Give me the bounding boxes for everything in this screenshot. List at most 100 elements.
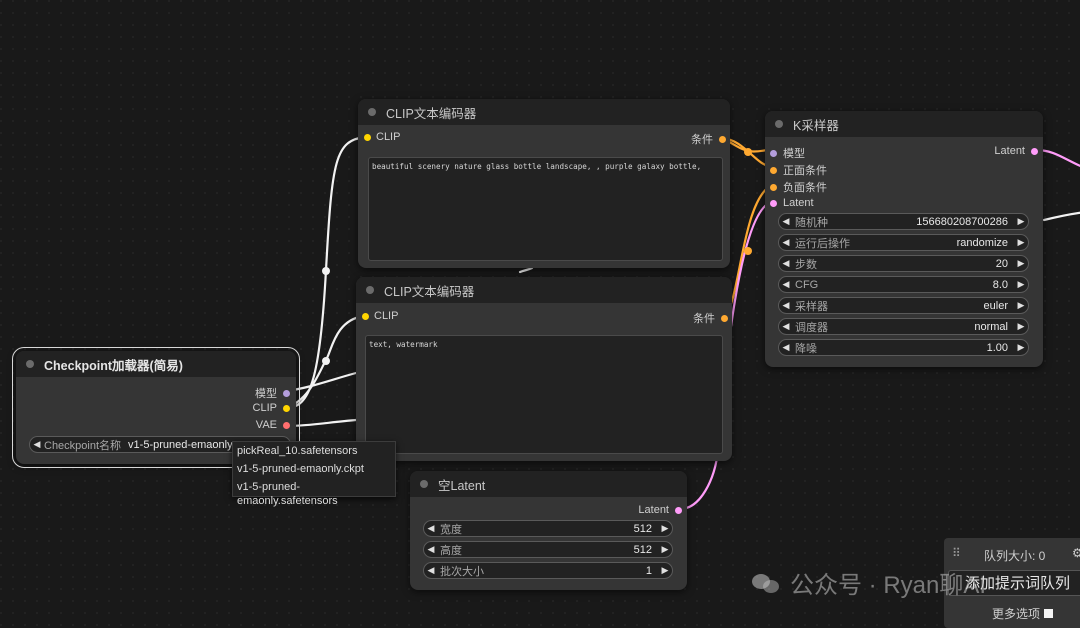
vae-slot-dot-icon[interactable] — [283, 421, 290, 429]
batch-size-widget[interactable]: ◀ 批次大小 1 ▶ — [423, 562, 673, 579]
model-slot-dot-icon[interactable] — [283, 389, 290, 397]
checkpoint-dropdown-menu[interactable]: pickReal_10.safetensors v1-5-pruned-emao… — [232, 441, 396, 507]
decrement-arrow-icon[interactable]: ◀ — [30, 439, 44, 450]
empty-latent-node[interactable]: 空Latent Latent ◀ 宽度 512 ▶ ◀ 高度 512 ▶ ◀ 批… — [410, 471, 687, 590]
dropdown-option[interactable]: v1-5-pruned-emaonly.ckpt — [233, 460, 395, 478]
output-conditioning-slot[interactable]: 条件 — [691, 131, 726, 147]
decrement-arrow-icon[interactable]: ◀ — [779, 237, 793, 248]
collapse-dot-icon[interactable] — [366, 286, 374, 294]
increment-arrow-icon[interactable]: ▶ — [1014, 342, 1028, 353]
latent-slot-dot-icon[interactable] — [1031, 147, 1038, 155]
widget-label: 调度器 — [795, 321, 828, 334]
collapse-dot-icon[interactable] — [26, 360, 34, 368]
decrement-arrow-icon[interactable]: ◀ — [779, 279, 793, 290]
more-options-checkbox[interactable] — [1044, 609, 1054, 618]
slot-label: CLIP — [252, 402, 277, 414]
slot-label: VAE — [255, 419, 277, 431]
latent-slot-dot-icon[interactable] — [675, 506, 682, 514]
conditioning-slot-dot-icon[interactable] — [770, 183, 777, 191]
clip-text-encode-node-1[interactable]: CLIP文本编码器 CLIP 条件 beautiful scenery natu… — [358, 99, 730, 268]
increment-arrow-icon[interactable]: ▶ — [1014, 279, 1028, 290]
steps-widget[interactable]: ◀ 步数 20 ▶ — [778, 255, 1029, 272]
cfg-widget[interactable]: ◀ CFG 8.0 ▶ — [778, 276, 1029, 293]
node-title-bar[interactable]: CLIP文本编码器 — [358, 99, 730, 125]
denoise-widget[interactable]: ◀ 降噪 1.00 ▶ — [778, 339, 1029, 356]
dropdown-option[interactable]: pickReal_10.safetensors — [233, 442, 395, 460]
clip-slot-dot-icon[interactable] — [364, 133, 371, 141]
width-widget[interactable]: ◀ 宽度 512 ▶ — [423, 520, 673, 537]
output-vae-slot[interactable]: VAE — [256, 419, 290, 431]
slot-label: Latent — [783, 197, 814, 209]
wire-clip-to-encoder-2 — [284, 314, 366, 410]
more-options-row[interactable]: 更多选项 — [992, 605, 1054, 622]
widget-value: 512 — [633, 522, 652, 535]
prompt-textarea[interactable]: text, watermark — [365, 335, 723, 454]
decrement-arrow-icon[interactable]: ◀ — [424, 565, 438, 576]
node-title-bar[interactable]: 空Latent — [410, 471, 687, 497]
decrement-arrow-icon[interactable]: ◀ — [424, 523, 438, 534]
wire-model-to-ksampler — [284, 371, 358, 393]
decrement-arrow-icon[interactable]: ◀ — [779, 300, 793, 311]
input-clip-slot[interactable]: CLIP — [362, 310, 398, 322]
input-model-slot[interactable]: 模型 — [770, 145, 805, 161]
dropdown-option[interactable]: v1-5-pruned-emaonly.safetensors — [233, 478, 395, 507]
collapse-dot-icon[interactable] — [368, 108, 376, 116]
input-clip-slot[interactable]: CLIP — [364, 131, 400, 143]
control-after-generate-widget[interactable]: ◀ 运行后操作 randomize ▶ — [778, 234, 1029, 251]
node-title-bar[interactable]: CLIP文本编码器 — [356, 277, 732, 303]
decrement-arrow-icon[interactable]: ◀ — [424, 544, 438, 555]
drag-handle-icon[interactable]: ⠿ — [952, 546, 961, 560]
output-latent-slot[interactable]: Latent — [638, 504, 682, 516]
output-conditioning-slot[interactable]: 条件 — [693, 310, 728, 326]
conditioning-slot-dot-icon[interactable] — [719, 135, 726, 143]
input-latent-slot[interactable]: Latent — [770, 197, 814, 209]
reroute-dot — [322, 357, 330, 365]
node-title-bar[interactable]: Checkpoint加载器(简易) — [16, 351, 296, 377]
widget-value: 1.00 — [986, 341, 1008, 354]
increment-arrow-icon[interactable]: ▶ — [1014, 237, 1028, 248]
output-latent-slot[interactable]: Latent — [994, 145, 1038, 157]
input-negative-slot[interactable]: 负面条件 — [770, 179, 827, 195]
input-positive-slot[interactable]: 正面条件 — [770, 162, 827, 178]
increment-arrow-icon[interactable]: ▶ — [658, 523, 672, 534]
increment-arrow-icon[interactable]: ▶ — [658, 544, 672, 555]
widget-value: randomize — [956, 236, 1008, 249]
decrement-arrow-icon[interactable]: ◀ — [779, 258, 793, 269]
slot-label: CLIP — [376, 131, 401, 143]
widget-value: 20 — [995, 257, 1008, 270]
decrement-arrow-icon[interactable]: ◀ — [779, 342, 793, 353]
conditioning-slot-dot-icon[interactable] — [770, 166, 777, 174]
collapse-dot-icon[interactable] — [775, 120, 783, 128]
latent-slot-dot-icon[interactable] — [770, 199, 777, 207]
collapse-dot-icon[interactable] — [420, 480, 428, 488]
reroute-dot — [744, 148, 752, 156]
slot-label: Latent — [994, 145, 1025, 157]
reroute-dot — [322, 267, 330, 275]
slot-label: Latent — [638, 504, 669, 516]
seed-widget[interactable]: ◀ 随机种 156680208700286 ▶ — [778, 213, 1029, 230]
decrement-arrow-icon[interactable]: ◀ — [779, 216, 793, 227]
increment-arrow-icon[interactable]: ▶ — [1014, 321, 1028, 332]
output-model-slot[interactable]: 模型 — [255, 385, 290, 401]
increment-arrow-icon[interactable]: ▶ — [1014, 258, 1028, 269]
increment-arrow-icon[interactable]: ▶ — [658, 565, 672, 576]
node-title-bar[interactable]: K采样器 — [765, 111, 1043, 137]
node-title: K采样器 — [793, 118, 839, 133]
ksampler-node[interactable]: K采样器 模型 正面条件 负面条件 Latent Latent ◀ 随机种 15… — [765, 111, 1043, 367]
increment-arrow-icon[interactable]: ▶ — [1014, 216, 1028, 227]
decrement-arrow-icon[interactable]: ◀ — [779, 321, 793, 332]
sampler-widget[interactable]: ◀ 采样器 euler ▶ — [778, 297, 1029, 314]
widget-label: 运行后操作 — [795, 237, 850, 250]
conditioning-slot-dot-icon[interactable] — [721, 314, 728, 322]
queue-size-label: 队列大小: 0 — [984, 549, 1046, 563]
height-widget[interactable]: ◀ 高度 512 ▶ — [423, 541, 673, 558]
increment-arrow-icon[interactable]: ▶ — [1014, 300, 1028, 311]
prompt-textarea[interactable]: beautiful scenery nature glass bottle la… — [368, 157, 723, 261]
scheduler-widget[interactable]: ◀ 调度器 normal ▶ — [778, 318, 1029, 335]
clip-text-encode-node-2[interactable]: CLIP文本编码器 CLIP 条件 text, watermark — [356, 277, 732, 461]
clip-slot-dot-icon[interactable] — [362, 312, 369, 320]
model-slot-dot-icon[interactable] — [770, 149, 777, 157]
settings-gear-icon[interactable]: ⚙ — [1072, 546, 1080, 560]
clip-slot-dot-icon[interactable] — [283, 404, 290, 412]
output-clip-slot[interactable]: CLIP — [253, 402, 290, 414]
